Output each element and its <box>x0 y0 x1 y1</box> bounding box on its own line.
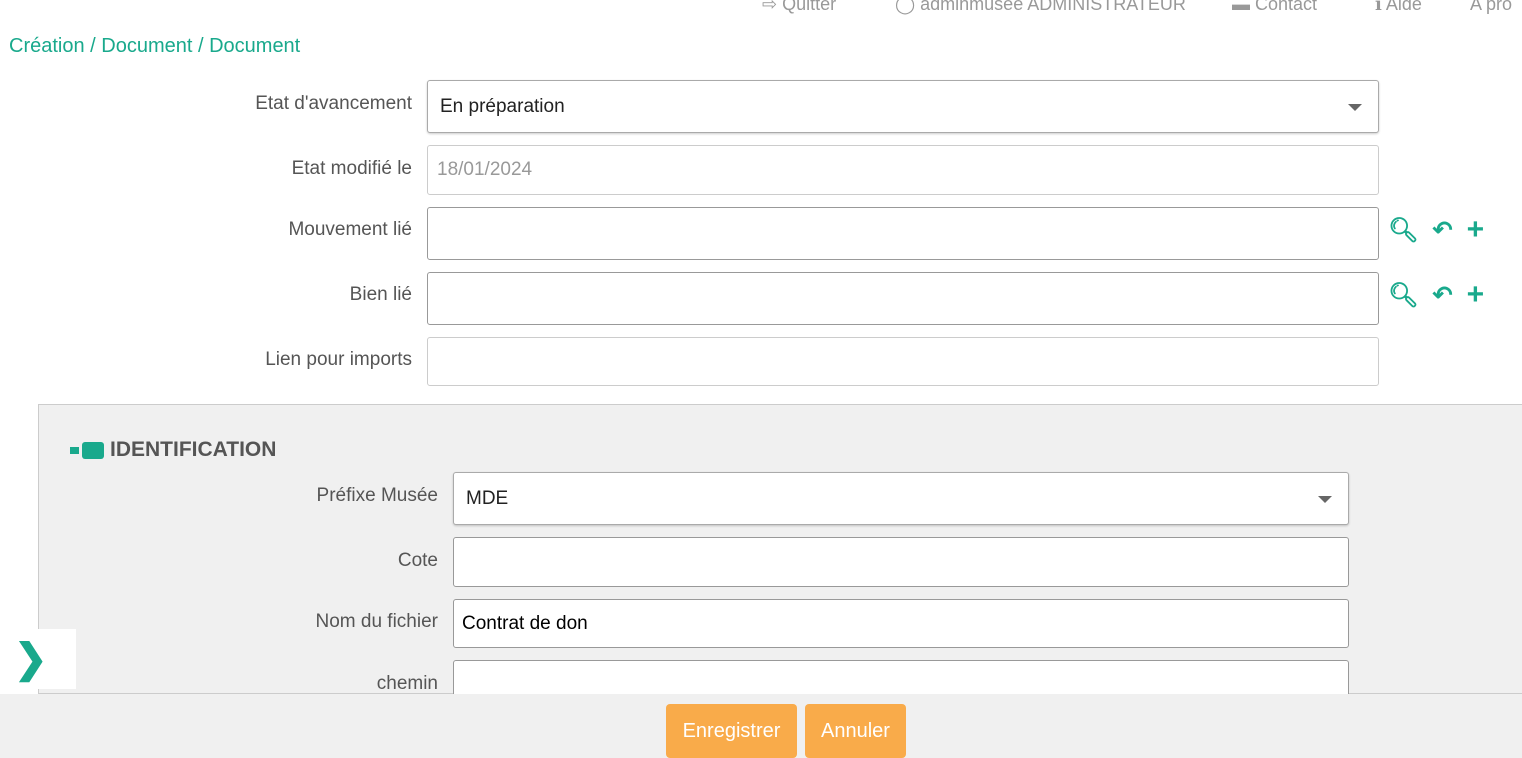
nom-fichier-input[interactable]: Contrat de don <box>453 599 1349 648</box>
folder-collapse-icon <box>70 441 104 459</box>
modif-label: Etat modifié le <box>291 158 412 179</box>
identification-header[interactable]: IDENTIFICATION <box>70 438 276 462</box>
help-link[interactable]: ℹ Aide <box>1375 0 1422 15</box>
breadcrumb[interactable]: Création / Document / Document <box>9 35 300 58</box>
undo-icon[interactable]: ↶ <box>1432 216 1452 245</box>
cancel-button[interactable]: Annuler <box>805 704 906 758</box>
about-link[interactable]: A pro <box>1470 0 1512 15</box>
prefixe-select[interactable]: MDE <box>453 472 1349 525</box>
chevron-down-icon <box>1348 103 1362 111</box>
chevron-down-icon <box>1318 495 1332 503</box>
etat-select[interactable]: En préparation <box>427 80 1379 133</box>
prefixe-label: Préfixe Musée <box>316 485 438 506</box>
user-link[interactable]: ◯ adminmusee ADMINISTRATEUR <box>895 0 1186 15</box>
chemin-label: chemin <box>376 673 438 694</box>
search-icon[interactable]: 🔍︎ <box>1388 216 1418 245</box>
cote-label: Cote <box>397 550 438 571</box>
plus-icon[interactable]: + <box>1467 215 1485 245</box>
quit-link[interactable]: ⇨ Quitter <box>762 0 836 15</box>
undo-icon[interactable]: ↶ <box>1432 281 1452 310</box>
modif-date-field: 18/01/2024 <box>427 145 1379 195</box>
cote-input[interactable] <box>453 537 1349 587</box>
lien-label: Lien pour imports <box>265 349 412 370</box>
etat-label: Etat d'avancement <box>255 93 412 114</box>
search-icon[interactable]: 🔍︎ <box>1388 281 1418 310</box>
save-button[interactable]: Enregistrer <box>666 704 797 758</box>
bien-input[interactable] <box>427 272 1379 325</box>
plus-icon[interactable]: + <box>1467 280 1485 310</box>
mouvement-input[interactable] <box>427 207 1379 260</box>
nom-label: Nom du fichier <box>315 611 439 632</box>
bien-label: Bien lié <box>349 284 412 305</box>
contact-link[interactable]: ▬ Contact <box>1232 0 1317 15</box>
lien-input[interactable] <box>427 337 1379 386</box>
mouvement-label: Mouvement lié <box>288 219 412 240</box>
sidebar-toggle-chevron-right-icon[interactable]: ❯ <box>0 629 76 689</box>
